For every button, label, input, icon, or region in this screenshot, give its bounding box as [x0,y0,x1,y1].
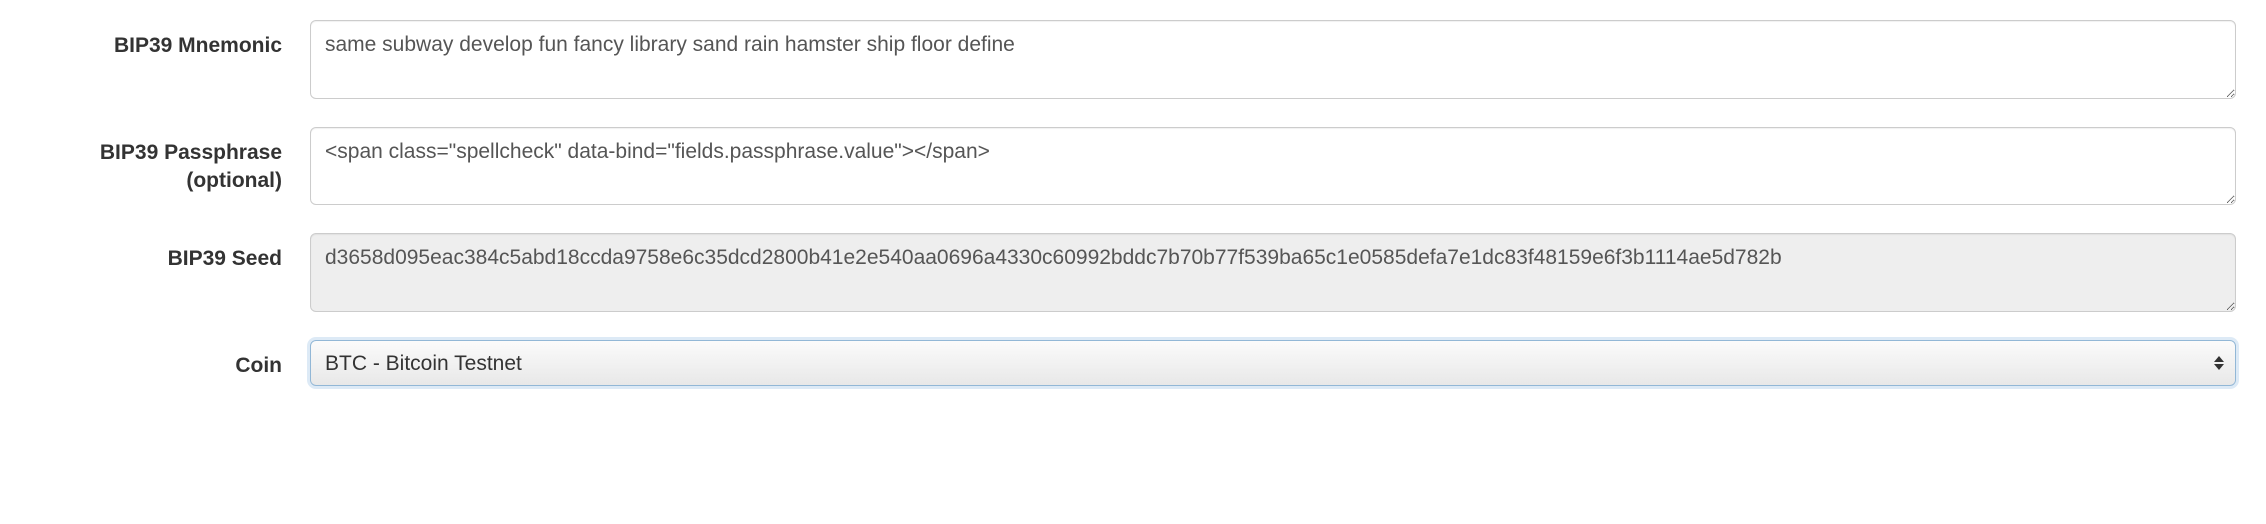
coin-select[interactable]: BTC - Bitcoin Testnet [310,340,2236,386]
row-passphrase: BIP39 Passphrase (optional) <span class=… [30,127,2236,212]
mnemonic-input[interactable]: same subway develop fun fancy library sa… [310,20,2236,99]
field-col-passphrase: <span class="spellcheck" data-bind="fiel… [310,127,2236,212]
label-coin: Coin [30,340,310,380]
label-seed: BIP39 Seed [30,233,310,273]
field-col-seed: d3658d095eac384c5abd18ccda9758e6c35dcd28… [310,233,2236,318]
label-mnemonic: BIP39 Mnemonic [30,20,310,60]
label-passphrase: BIP39 Passphrase (optional) [30,127,310,196]
field-col-mnemonic: same subway develop fun fancy library sa… [310,20,2236,105]
row-mnemonic: BIP39 Mnemonic same subway develop fun f… [30,20,2236,105]
row-seed: BIP39 Seed d3658d095eac384c5abd18ccda975… [30,233,2236,318]
field-col-coin: BTC - Bitcoin Testnet [310,340,2236,386]
seed-output[interactable]: d3658d095eac384c5abd18ccda9758e6c35dcd28… [310,233,2236,312]
passphrase-input[interactable]: <span class="spellcheck" data-bind="fiel… [310,127,2236,206]
bip39-form: BIP39 Mnemonic same subway develop fun f… [0,0,2266,416]
row-coin: Coin BTC - Bitcoin Testnet [30,340,2236,386]
coin-select-wrap: BTC - Bitcoin Testnet [310,340,2236,386]
